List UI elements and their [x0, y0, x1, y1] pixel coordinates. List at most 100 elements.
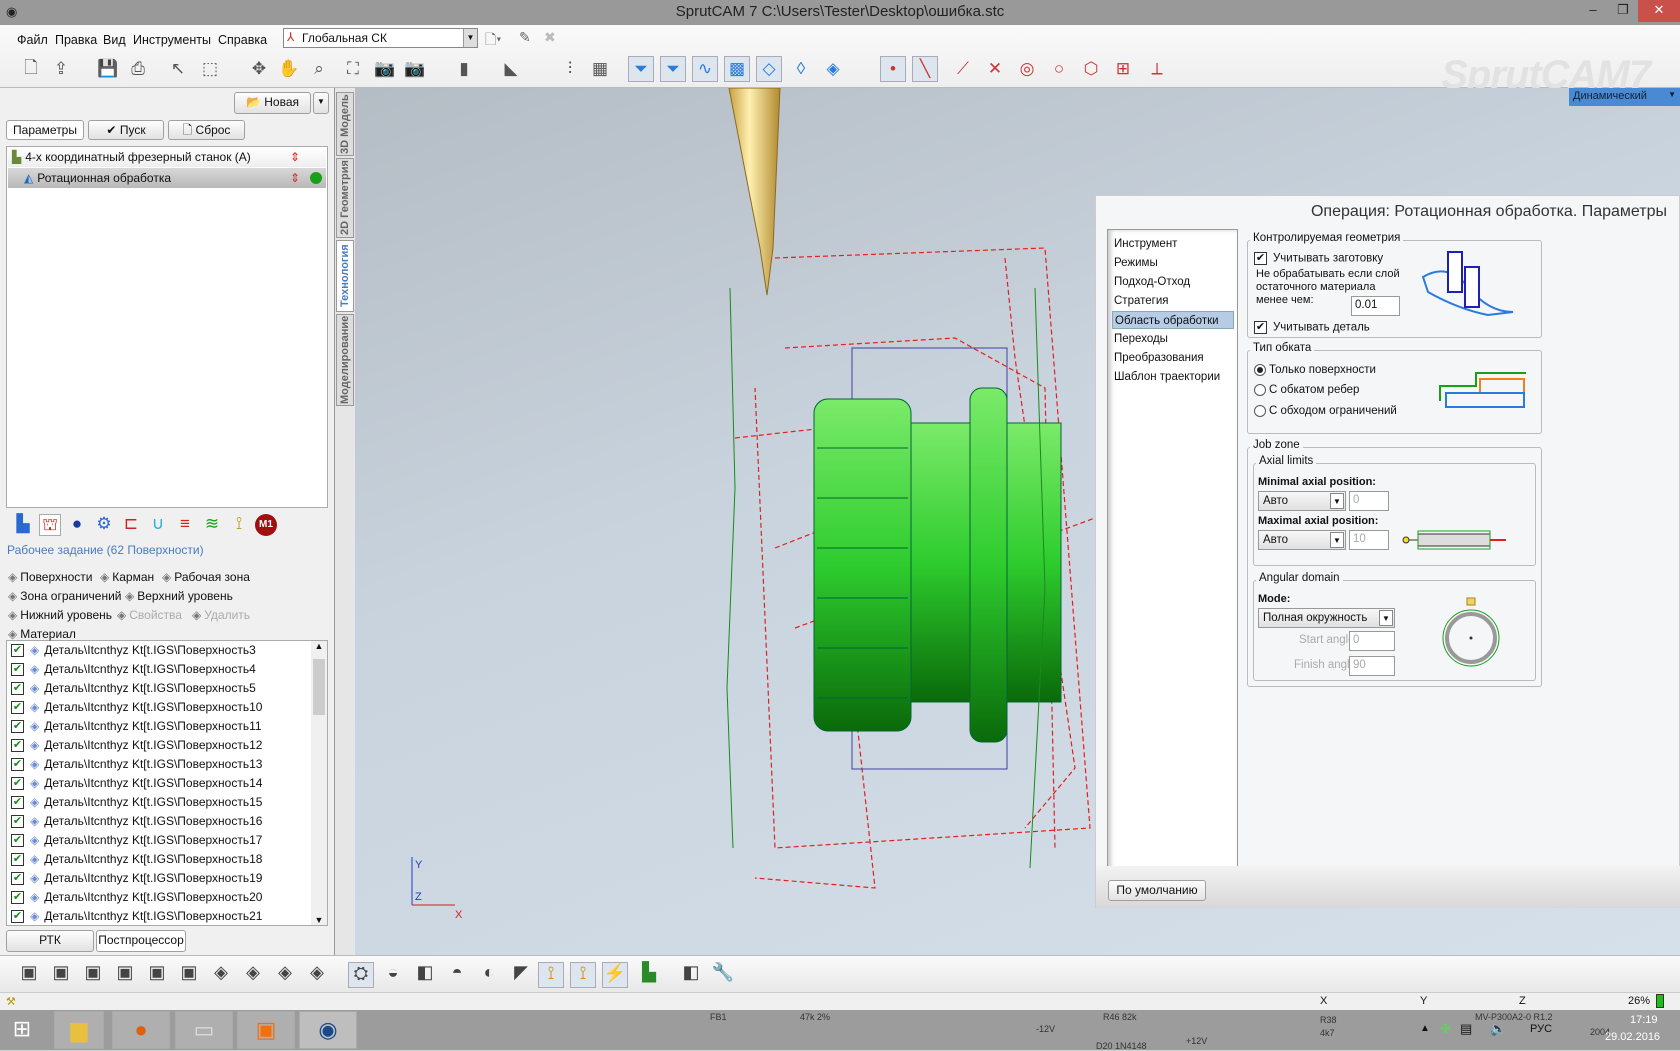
taskbar-sprutcam[interactable]: ◉ — [299, 1011, 357, 1049]
list-item[interactable]: ✔ ◈ Деталь\Itcnthyz Kt[t.IGS\Поверхность10 — [11, 698, 262, 717]
tab-machine-icon[interactable]: ▙ — [12, 514, 34, 536]
tree-item-operation[interactable]: ◭ Ротационная обработка ⇕ — [8, 168, 326, 188]
import-icon[interactable]: ⇪ — [48, 56, 74, 82]
nav-item[interactable]: Подход-Отход — [1112, 273, 1234, 291]
list-item[interactable]: ✔ ◈ Деталь\Itcnthyz Kt[t.IGS\Поверхность4 — [11, 660, 256, 679]
show-stock-icon[interactable]: ◒ — [380, 962, 406, 988]
nav-item[interactable]: Стратегия — [1112, 292, 1234, 310]
action-8[interactable]: ◈ Материал — [8, 627, 76, 641]
toolpath-icon[interactable]: ⚡ — [602, 962, 628, 988]
filter-all-icon[interactable]: ⏷ — [628, 56, 654, 82]
side-tab-2d-geometry[interactable]: 2D Геометрия — [336, 158, 354, 238]
tab-postprocessor[interactable]: Постпроцессор — [96, 930, 186, 952]
snap-point-icon[interactable]: • — [880, 56, 906, 82]
view-iso4-icon[interactable]: ◈ — [304, 962, 330, 988]
view-iso2-icon[interactable]: ◈ — [240, 962, 266, 988]
snap-center-icon[interactable]: ◎ — [1014, 56, 1040, 82]
print-icon[interactable]: ⎙ — [125, 56, 151, 82]
pan-hand-icon[interactable]: ✋ — [276, 56, 302, 82]
side-tab-3d-model[interactable]: 3D Модель — [336, 92, 354, 156]
camera-save-icon[interactable]: 📷 — [372, 56, 398, 82]
list-item[interactable]: ✔ ◈ Деталь\Itcnthyz Kt[t.IGS\Поверхность18 — [11, 850, 262, 869]
filter-face-icon[interactable]: ◊ — [788, 56, 814, 82]
scroll-thumb[interactable] — [313, 659, 325, 715]
camera-load-icon[interactable]: 📷 — [402, 56, 428, 82]
nav-item[interactable]: Переходы — [1112, 330, 1234, 348]
action-6[interactable]: ◈ Свойства — [117, 608, 182, 622]
filter-solid-icon[interactable]: ◈ — [820, 56, 846, 82]
consider-part-checkbox[interactable]: ✔ Учитывать деталь — [1254, 321, 1370, 334]
tree-item-machine[interactable]: ▙ 4-х координатный фрезерный станок (A) ⇕ — [8, 147, 326, 167]
view-left-icon[interactable]: ▣ — [80, 962, 106, 988]
tab-approach-icon[interactable]: ∪ — [147, 514, 169, 536]
checkbox[interactable]: ✔ — [11, 739, 24, 753]
list-item[interactable]: ✔ ◈ Деталь\Itcnthyz Kt[t.IGS\Поверхность5 — [11, 679, 256, 698]
menu-view[interactable]: Вид — [103, 33, 126, 47]
list-item[interactable]: ✔ ◈ Деталь\Itcnthyz Kt[t.IGS\Поверхность14 — [11, 774, 262, 793]
edit-cs-icon[interactable]: ✎ — [519, 29, 531, 46]
view-iso1-icon[interactable]: ◈ — [208, 962, 234, 988]
new-file-icon[interactable]: 🗋 — [18, 56, 44, 82]
tool-adjust-icon[interactable]: ⫶ — [557, 56, 583, 82]
list-item[interactable]: ✔ ◈ Деталь\Itcnthyz Kt[t.IGS\Поверхность3 — [11, 641, 256, 660]
max-axial-input[interactable]: 10 — [1349, 530, 1389, 550]
filter-surface-icon[interactable]: ◇ — [756, 56, 782, 82]
view-mode-select[interactable]: Динамический ▼ — [1569, 88, 1680, 106]
show-tool-icon[interactable]: ◤ — [508, 962, 534, 988]
checkbox[interactable]: ✔ — [11, 891, 24, 905]
rotate-view-icon[interactable]: ✥ — [246, 56, 272, 82]
tab-rtk[interactable]: РТК — [6, 930, 94, 952]
new-cs-icon[interactable]: 🗋▾ — [485, 29, 501, 53]
order-icon[interactable]: ⇕ — [290, 168, 300, 188]
list-item[interactable]: ✔ ◈ Деталь\Itcnthyz Kt[t.IGS\Поверхность21 — [11, 907, 262, 925]
taskbar-monitor[interactable]: ▭ — [175, 1011, 233, 1049]
view-iso3-icon[interactable]: ◈ — [272, 962, 298, 988]
checkbox[interactable]: ✔ — [11, 815, 24, 829]
scrollbar[interactable]: ▲ ▼ — [311, 641, 327, 925]
action-2[interactable]: ◈ Рабочая зона — [162, 570, 250, 584]
side-tab-simulation[interactable]: Моделирование — [336, 314, 354, 406]
start-button[interactable]: ⊞ — [0, 1011, 44, 1049]
delete-cs-icon[interactable]: ✖ — [544, 29, 556, 46]
list-item[interactable]: ✔ ◈ Деталь\Itcnthyz Kt[t.IGS\Поверхность13 — [11, 755, 262, 774]
menu-help[interactable]: Справка — [218, 33, 267, 47]
close-button[interactable]: ✕ — [1638, 0, 1680, 22]
tab-M1-icon[interactable]: M1 — [255, 514, 277, 536]
list-item[interactable]: ✔ ◈ Деталь\Itcnthyz Kt[t.IGS\Поверхность11 — [11, 717, 262, 736]
taskbar-explorer[interactable]: ▆ — [54, 1011, 104, 1049]
machine-tool-icon[interactable]: ▙ — [636, 962, 662, 988]
clock-time[interactable]: 17:19 — [1630, 1014, 1658, 1026]
volume-icon[interactable]: 🔈 — [1490, 1021, 1506, 1037]
checkbox[interactable]: ✔ — [11, 777, 24, 791]
new-operation-dropdown[interactable]: ▼ — [313, 92, 329, 114]
list-item[interactable]: ✔ ◈ Деталь\Itcnthyz Kt[t.IGS\Поверхность20 — [11, 888, 262, 907]
snap-perp-icon[interactable]: ⟂ — [1144, 56, 1170, 82]
tool-2-icon[interactable]: ⟟ — [570, 962, 596, 988]
list-item[interactable]: ✔ ◈ Деталь\Itcnthyz Kt[t.IGS\Поверхность17 — [11, 831, 262, 850]
view-back-icon[interactable]: ▣ — [48, 962, 74, 988]
minimize-button[interactable]: – — [1578, 0, 1608, 22]
stock-cylinder-icon[interactable]: ▮ — [451, 56, 477, 82]
min-axial-mode-select[interactable]: Авто ▼ — [1258, 491, 1346, 511]
tab-paths-icon[interactable]: ≋ — [201, 514, 223, 536]
settings-wrench-icon[interactable]: 🔧 — [710, 962, 736, 988]
calculator-icon[interactable]: ▦ — [587, 56, 613, 82]
checkbox[interactable]: ✔ — [11, 834, 24, 848]
simulate-icon[interactable]: ◧ — [678, 962, 704, 988]
checkbox[interactable]: ✔ — [11, 663, 24, 677]
taskbar-pdf[interactable]: ▣ — [237, 1011, 295, 1049]
tool-1-icon[interactable]: ⟟ — [538, 962, 564, 988]
tab-run[interactable]: ✔ Пуск — [88, 120, 164, 140]
snap-circle-icon[interactable]: ○ — [1046, 56, 1072, 82]
nav-item[interactable]: Область обработки — [1112, 311, 1234, 329]
snap-solid-icon[interactable]: ⬡ — [1078, 56, 1104, 82]
language-indicator[interactable]: РУС — [1530, 1023, 1552, 1035]
chevron-down-icon[interactable]: ▼ — [463, 29, 477, 47]
snap-line-icon[interactable]: ╲ — [912, 56, 938, 82]
select-box-icon[interactable]: ⬚ — [197, 56, 223, 82]
action-4[interactable]: ◈ Верхний уровень — [125, 589, 233, 603]
zoom-fit-icon[interactable]: ⛶ — [340, 56, 366, 82]
checkbox[interactable]: ✔ — [11, 872, 24, 886]
action-7[interactable]: ◈ Удалить — [192, 608, 250, 622]
save-icon[interactable]: 💾 — [95, 56, 121, 82]
